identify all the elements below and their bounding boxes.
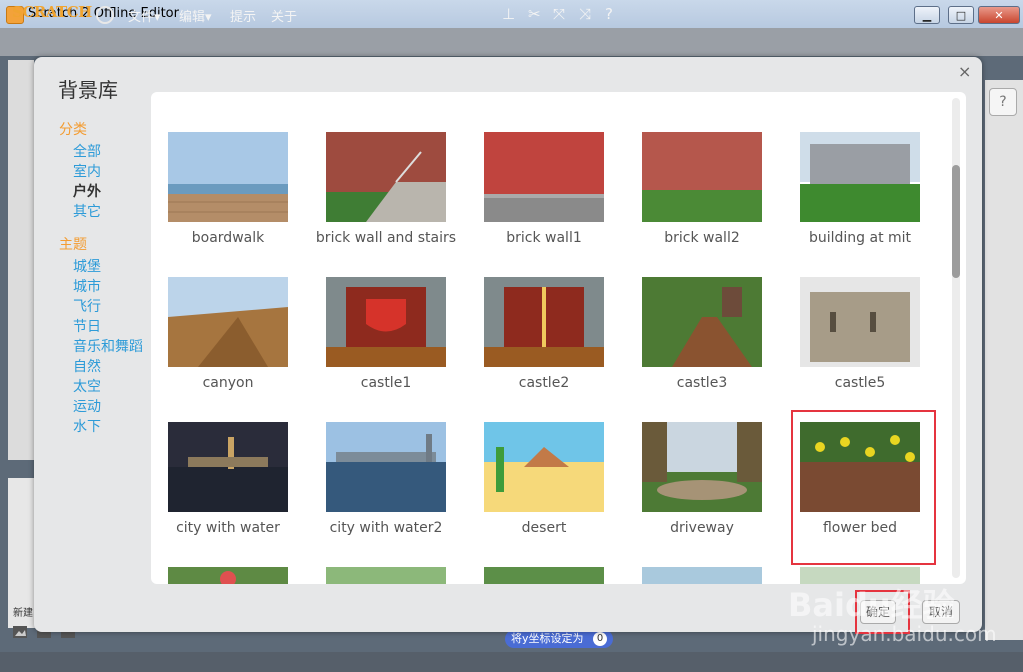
help-icon[interactable]: ? — [605, 5, 613, 23]
thumbnail-partial[interactable] — [642, 567, 762, 584]
set-y-value[interactable]: 0 — [593, 632, 607, 646]
category-heading: 分类 — [59, 122, 87, 138]
label-city-with-water2: city with water2 — [329, 520, 443, 536]
new-backdrop-label: 新建 — [13, 608, 33, 619]
grow-icon[interactable]: ⤧ — [553, 5, 565, 23]
thumbnail-boardwalk[interactable] — [168, 132, 288, 222]
thumbnail-castle1[interactable] — [326, 277, 446, 367]
thumbnail-driveway[interactable] — [642, 422, 762, 512]
thumbnail-partial[interactable] — [326, 567, 446, 584]
menubar — [0, 28, 1023, 56]
thumbnail-brick-wall1[interactable] — [484, 132, 604, 222]
thumbnail-castle3[interactable] — [642, 277, 762, 367]
thumbnail-castle5[interactable] — [800, 277, 920, 367]
thumbnail-brick-wall-and-stairs[interactable] — [326, 132, 446, 222]
maximize-button[interactable]: □ — [948, 6, 974, 24]
theme-underwater[interactable]: 水下 — [73, 416, 101, 436]
theme-heading: 主题 — [59, 237, 87, 253]
library-scrollbar-thumb[interactable] — [952, 165, 960, 278]
theme-music-dance[interactable]: 音乐和舞蹈 — [73, 336, 143, 356]
label-boardwalk: boardwalk — [191, 230, 265, 246]
category-outdoors[interactable]: 户外 — [73, 181, 101, 201]
thumbnail-canyon[interactable] — [168, 277, 288, 367]
menu-file[interactable]: 文件▾ — [128, 6, 161, 25]
thumbnail-partial[interactable] — [168, 567, 288, 584]
selection-highlight — [791, 410, 936, 565]
taskbar — [0, 652, 1023, 672]
shrink-icon[interactable]: ⤨ — [579, 5, 591, 23]
label-desert: desert — [521, 520, 567, 536]
label-brick-wall-and-stairs: brick wall and stairs — [315, 230, 457, 246]
cut-icon[interactable]: ✂ — [528, 5, 541, 23]
category-other[interactable]: 其它 — [73, 201, 101, 221]
label-building-at-mit: building at mit — [808, 230, 912, 246]
thumbnail-city-with-water2[interactable] — [326, 422, 446, 512]
thumbnail-desert[interactable] — [484, 422, 604, 512]
globe-icon[interactable] — [96, 6, 114, 24]
thumbnail-brick-wall2[interactable] — [642, 132, 762, 222]
category-all[interactable]: 全部 — [73, 141, 101, 161]
script-area — [985, 80, 1023, 640]
menu-tips[interactable]: 提示 — [230, 6, 256, 25]
scratch-logo[interactable]: SCRATCH — [12, 3, 92, 21]
category-indoors[interactable]: 室内 — [73, 161, 101, 181]
thumbnail-city-with-water[interactable] — [168, 422, 288, 512]
label-castle3: castle3 — [676, 375, 728, 391]
theme-city[interactable]: 城市 — [73, 276, 101, 296]
label-castle2: castle2 — [518, 375, 570, 391]
theme-holiday[interactable]: 节日 — [73, 316, 101, 336]
help-tab[interactable]: ? — [989, 88, 1017, 116]
dialog-title: 背景库 — [58, 78, 118, 102]
theme-sports[interactable]: 运动 — [73, 396, 101, 416]
thumbnail-partial[interactable] — [484, 567, 604, 584]
thumbnail-castle2[interactable] — [484, 277, 604, 367]
thumbnail-building-at-mit[interactable] — [800, 132, 920, 222]
label-canyon: canyon — [202, 375, 254, 391]
dialog-close-button[interactable]: × — [958, 62, 971, 81]
label-castle1: castle1 — [360, 375, 412, 391]
label-brick-wall2: brick wall2 — [664, 230, 740, 246]
label-driveway: driveway — [670, 520, 734, 536]
menu-about[interactable]: 关于 — [271, 6, 297, 25]
watermark-logo: Baidu经验 — [788, 586, 955, 624]
theme-space[interactable]: 太空 — [73, 376, 101, 396]
label-castle5: castle5 — [834, 375, 886, 391]
stage-area — [8, 60, 34, 460]
stamp-icon[interactable]: ⊥ — [502, 5, 515, 23]
menu-edit[interactable]: 编辑▾ — [179, 6, 212, 25]
theme-nature[interactable]: 自然 — [73, 356, 101, 376]
label-city-with-water: city with water — [176, 520, 280, 536]
theme-castle[interactable]: 城堡 — [73, 256, 101, 276]
close-window-button[interactable]: ✕ — [978, 6, 1020, 24]
label-brick-wall1: brick wall1 — [506, 230, 582, 246]
minimize-button[interactable]: ▁ — [914, 6, 940, 24]
watermark-url: jingyan.baidu.com — [812, 622, 997, 646]
theme-flying[interactable]: 飞行 — [73, 296, 101, 316]
